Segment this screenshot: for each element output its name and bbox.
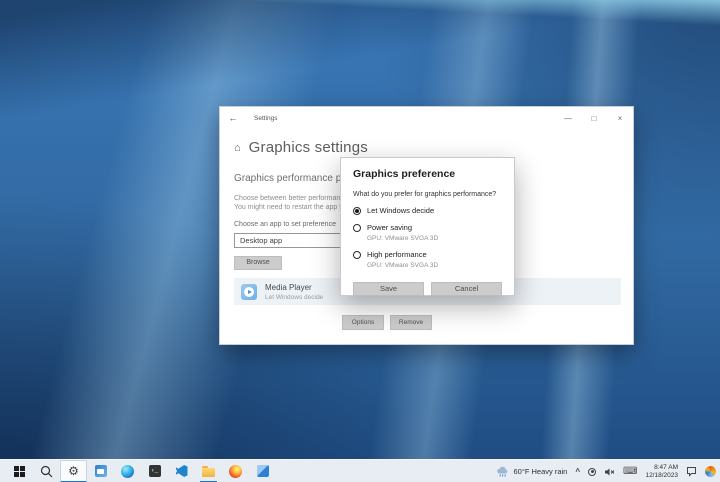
rain-cloud-icon — [496, 466, 509, 478]
record-status-icon[interactable] — [588, 468, 596, 476]
radio-label: Let Windows decide — [367, 206, 434, 215]
radio-icon[interactable] — [353, 207, 361, 215]
taskbar-search-button[interactable] — [33, 460, 60, 482]
radio-label: Power saving — [367, 223, 412, 232]
radio-label: High performance — [367, 250, 427, 259]
taskbar-file-explorer-button[interactable] — [195, 460, 222, 482]
taskbar-firefox-button[interactable] — [222, 460, 249, 482]
radio-icon[interactable] — [353, 224, 361, 232]
taskbar-vscode-button[interactable] — [168, 460, 195, 482]
gear-icon: ⚙ — [68, 465, 79, 477]
terminal-icon: ›_ — [149, 465, 161, 477]
settings-titlebar[interactable]: ← Settings — □ × — [220, 107, 633, 129]
taskbar-mail-button[interactable] — [87, 460, 114, 482]
media-player-icon — [241, 284, 257, 300]
radio-option-power-saving[interactable]: Power saving — [353, 223, 502, 232]
app-preference: Let Windows decide — [265, 294, 323, 301]
remove-button[interactable]: Remove — [390, 315, 432, 330]
colorful-tray-icon[interactable] — [705, 466, 716, 477]
mail-app-icon — [95, 465, 107, 477]
taskbar-settings-button[interactable]: ⚙ — [60, 460, 87, 482]
page-title: Graphics settings — [249, 139, 368, 156]
folder-icon — [202, 468, 215, 477]
weather-text: 60°F Heavy rain — [513, 467, 567, 476]
play-icon — [248, 290, 252, 294]
photos-app-icon — [257, 465, 269, 477]
action-center-icon[interactable] — [686, 466, 697, 477]
clock-time: 8:47 AM — [645, 464, 678, 472]
dialog-title: Graphics preference — [353, 168, 502, 180]
back-button[interactable]: ← — [220, 113, 246, 123]
options-button[interactable]: Options — [342, 315, 384, 330]
gpu-info-power-saving: GPU: VMware SVGA 3D — [367, 235, 502, 242]
weather-widget[interactable]: 60°F Heavy rain — [496, 466, 567, 478]
app-name: Media Player — [265, 283, 323, 292]
dialog-question: What do you prefer for graphics performa… — [353, 191, 502, 198]
taskbar-edge-button[interactable] — [114, 460, 141, 482]
taskbar: ⚙ ›_ — [0, 459, 720, 482]
cancel-button[interactable]: Cancel — [431, 282, 502, 296]
vscode-icon — [176, 465, 188, 477]
taskbar-terminal-button[interactable]: ›_ — [141, 460, 168, 482]
minimize-button[interactable]: — — [555, 107, 581, 129]
maximize-button[interactable]: □ — [581, 107, 607, 129]
start-button[interactable] — [6, 460, 33, 482]
home-icon[interactable]: ⌂ — [234, 142, 241, 154]
radio-option-let-windows-decide[interactable]: Let Windows decide — [353, 206, 502, 215]
search-icon — [40, 465, 53, 478]
clock-date: 12/18/2023 — [645, 472, 678, 480]
window-title: Settings — [254, 115, 278, 122]
close-button[interactable]: × — [607, 107, 633, 129]
windows-logo-icon — [14, 466, 25, 477]
radio-option-high-performance[interactable]: High performance — [353, 250, 502, 259]
hidden-icons-chevron[interactable]: ^ — [575, 467, 580, 476]
edge-icon — [121, 465, 134, 478]
speaker-muted-icon[interactable] — [604, 467, 615, 477]
touch-keyboard-icon[interactable]: ⌨ — [623, 467, 637, 477]
save-button[interactable]: Save — [353, 282, 424, 296]
graphics-preference-dialog: Graphics preference What do you prefer f… — [340, 157, 515, 296]
firefox-icon — [229, 465, 242, 478]
app-type-value: Desktop app — [240, 236, 282, 245]
taskbar-photos-button[interactable] — [249, 460, 276, 482]
gpu-info-high-performance: GPU: VMware SVGA 3D — [367, 262, 502, 269]
taskbar-clock[interactable]: 8:47 AM 12/18/2023 — [645, 464, 678, 480]
browse-button[interactable]: Browse — [234, 256, 282, 270]
radio-icon[interactable] — [353, 251, 361, 259]
screen: ← Settings — □ × ⌂ Graphics settings Gra… — [0, 0, 720, 482]
